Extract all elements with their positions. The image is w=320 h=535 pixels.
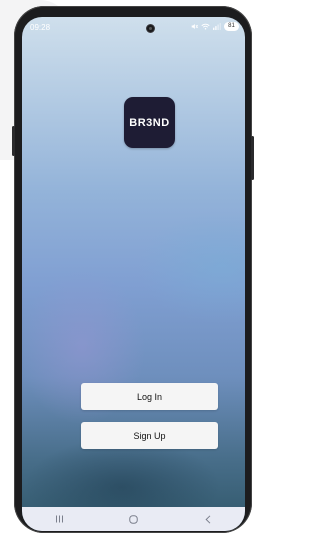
logo-text: BR3ND [129, 116, 170, 129]
battery-icon: 81 [224, 22, 239, 31]
home-button[interactable] [113, 509, 153, 529]
login-button[interactable]: Log In [81, 383, 218, 410]
phone-volume-button [251, 136, 254, 180]
home-icon [129, 514, 138, 524]
navigation-bar [22, 507, 245, 531]
back-icon [205, 514, 211, 524]
front-camera [146, 24, 155, 33]
mute-icon [191, 24, 198, 29]
phone-screen: 09:28 81 BR3ND Log In Sign Up [22, 17, 245, 531]
back-button[interactable] [188, 509, 228, 529]
wifi-icon [201, 23, 210, 30]
recent-apps-button[interactable] [39, 509, 79, 529]
signal-icon [213, 23, 221, 30]
recent-apps-icon [55, 515, 63, 523]
signup-button[interactable]: Sign Up [81, 422, 218, 449]
status-time: 09:28 [30, 23, 51, 32]
status-bar: 09:28 81 [22, 17, 245, 39]
app-logo: BR3ND [124, 97, 175, 148]
status-icons: 81 [191, 22, 239, 31]
phone-side-button [12, 126, 15, 156]
